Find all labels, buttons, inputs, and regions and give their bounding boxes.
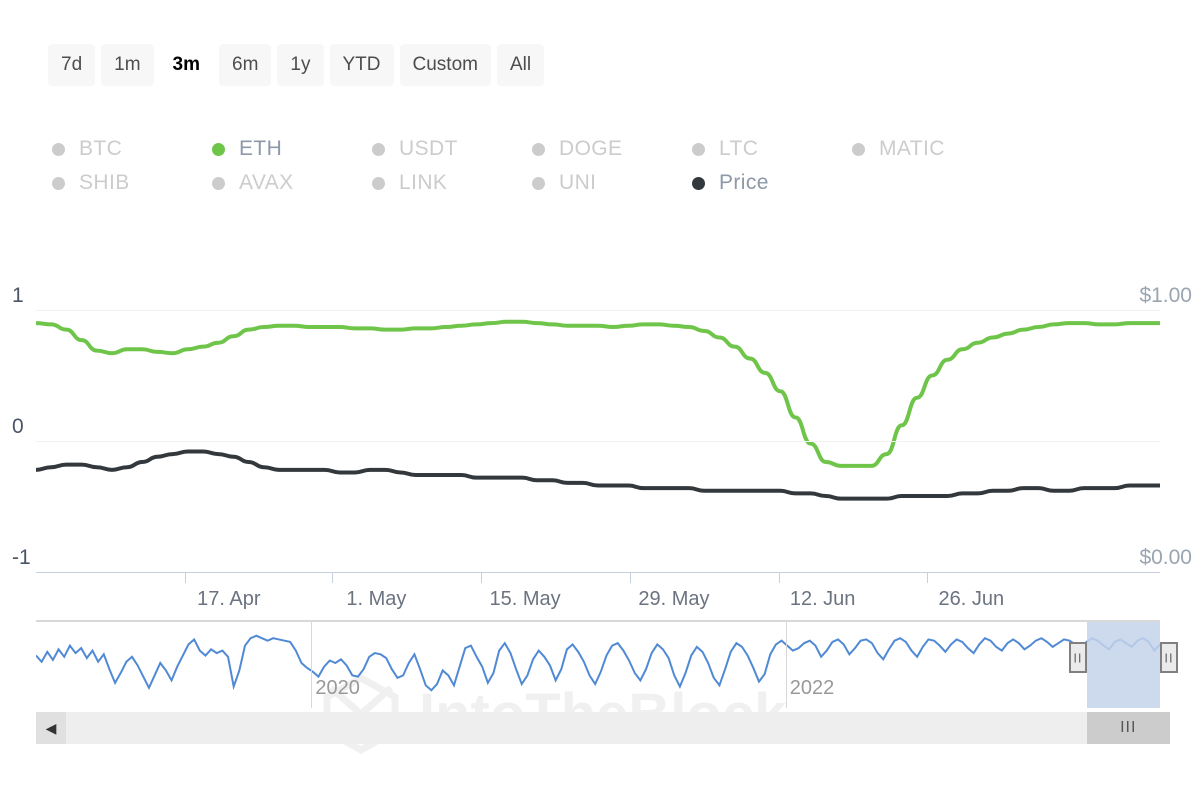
- scroll-left-button[interactable]: ◀: [36, 712, 66, 744]
- legend-dot-icon: [692, 177, 705, 190]
- legend-dot-icon: [852, 143, 865, 156]
- legend-item-ltc[interactable]: LTC: [692, 137, 852, 161]
- range-button-all[interactable]: All: [497, 44, 544, 86]
- x-axis-tick-label: 26. Jun: [939, 588, 1005, 611]
- x-axis-tick-label: 15. May: [490, 588, 561, 611]
- navigator-line: [36, 636, 1160, 691]
- legend-label: LTC: [719, 137, 758, 161]
- navigator-selection-mask[interactable]: [1087, 622, 1160, 708]
- legend-item-uni[interactable]: UNI: [532, 171, 692, 195]
- grip-icon: II: [1164, 651, 1173, 664]
- x-axis-tick-label: 1. May: [346, 588, 406, 611]
- navigator-series: [36, 620, 1160, 708]
- x-axis-line: [36, 572, 1160, 573]
- legend-dot-icon: [372, 143, 385, 156]
- gridline: [36, 310, 1160, 311]
- legend-item-eth[interactable]: ETH: [212, 137, 372, 161]
- legend-label: UNI: [559, 171, 596, 195]
- legend-row: BTC ETH USDT DOGE LTC MATIC: [52, 132, 1052, 166]
- legend-item-link[interactable]: LINK: [372, 171, 532, 195]
- legend-item-shib[interactable]: SHIB: [52, 171, 212, 195]
- legend-dot-icon: [692, 143, 705, 156]
- scrollbar-track[interactable]: [36, 712, 1160, 744]
- legend-item-matic[interactable]: MATIC: [852, 137, 1052, 161]
- legend-label: LINK: [399, 171, 447, 195]
- navigator-top-border: [36, 620, 1160, 622]
- y-right-tick-label: $1.00: [1139, 284, 1192, 308]
- navigator-handle-right[interactable]: II: [1160, 642, 1178, 673]
- legend-row: SHIB AVAX LINK UNI Price: [52, 166, 1052, 200]
- legend-item-avax[interactable]: AVAX: [212, 171, 372, 195]
- range-button-ytd[interactable]: YTD: [330, 44, 394, 86]
- grip-icon: II: [1073, 651, 1082, 664]
- series-legend: BTC ETH USDT DOGE LTC MATIC SHIB AVAX LINK UNI Pri…: [52, 132, 1052, 200]
- y-left-tick-label: 0: [12, 415, 24, 439]
- range-button-7d[interactable]: 7d: [48, 44, 95, 86]
- x-axis-tick-label: 17. Apr: [197, 588, 260, 611]
- scrollbar-thumb[interactable]: III: [1087, 712, 1170, 744]
- x-axis-tick: [481, 572, 482, 583]
- legend-label: AVAX: [239, 171, 294, 195]
- x-axis-tick-label: 12. Jun: [790, 588, 856, 611]
- x-axis-tick: [332, 572, 333, 583]
- navigator-year-label: 2022: [790, 677, 835, 700]
- range-button-6m[interactable]: 6m: [219, 44, 271, 86]
- y-right-tick-label: $0.00: [1139, 546, 1192, 570]
- legend-label: SHIB: [79, 171, 130, 195]
- legend-item-btc[interactable]: BTC: [52, 137, 212, 161]
- legend-dot-icon: [212, 143, 225, 156]
- navigator-year-label: 2020: [315, 677, 360, 700]
- range-button-1m[interactable]: 1m: [101, 44, 153, 86]
- legend-dot-icon: [212, 177, 225, 190]
- grip-icon: III: [1120, 720, 1136, 736]
- range-button-1y[interactable]: 1y: [277, 44, 323, 86]
- legend-label: BTC: [79, 137, 122, 161]
- legend-item-doge[interactable]: DOGE: [532, 137, 692, 161]
- legend-dot-icon: [52, 143, 65, 156]
- x-axis-tick: [630, 572, 631, 583]
- main-chart: IntoTheBlock 10-1$1.00$0.0017. Apr1. May…: [0, 260, 1200, 590]
- x-axis-tick: [779, 572, 780, 583]
- legend-label: MATIC: [879, 137, 945, 161]
- legend-dot-icon: [52, 177, 65, 190]
- legend-dot-icon: [532, 177, 545, 190]
- legend-label: DOGE: [559, 137, 622, 161]
- range-button-custom[interactable]: Custom: [400, 44, 491, 86]
- gridline: [36, 441, 1160, 442]
- chart-navigator[interactable]: 20202022IIII: [36, 620, 1160, 708]
- navigator-year-divider: [786, 622, 787, 708]
- legend-label: USDT: [399, 137, 458, 161]
- legend-label: ETH: [239, 137, 282, 161]
- triangle-left-icon: ◀: [46, 721, 57, 735]
- series-line-eth: [36, 322, 1160, 466]
- x-axis-tick: [185, 572, 186, 583]
- range-button-3m[interactable]: 3m: [160, 44, 213, 86]
- plot-area: IntoTheBlock: [36, 310, 1160, 572]
- x-axis-tick-label: 29. May: [638, 588, 709, 611]
- legend-label: Price: [719, 171, 769, 195]
- legend-dot-icon: [372, 177, 385, 190]
- x-axis-tick: [927, 572, 928, 583]
- range-selector: 7d1m3m6m1yYTDCustomAll: [48, 44, 544, 86]
- chart-scrollbar[interactable]: ◀ ▶ III: [36, 712, 1160, 744]
- legend-item-price[interactable]: Price: [692, 171, 892, 195]
- legend-dot-icon: [532, 143, 545, 156]
- navigator-handle-left[interactable]: II: [1069, 642, 1087, 673]
- navigator-year-divider: [311, 622, 312, 708]
- legend-item-usdt[interactable]: USDT: [372, 137, 532, 161]
- y-left-tick-label: -1: [12, 546, 31, 570]
- series-line-price: [36, 451, 1160, 498]
- y-left-tick-label: 1: [12, 284, 24, 308]
